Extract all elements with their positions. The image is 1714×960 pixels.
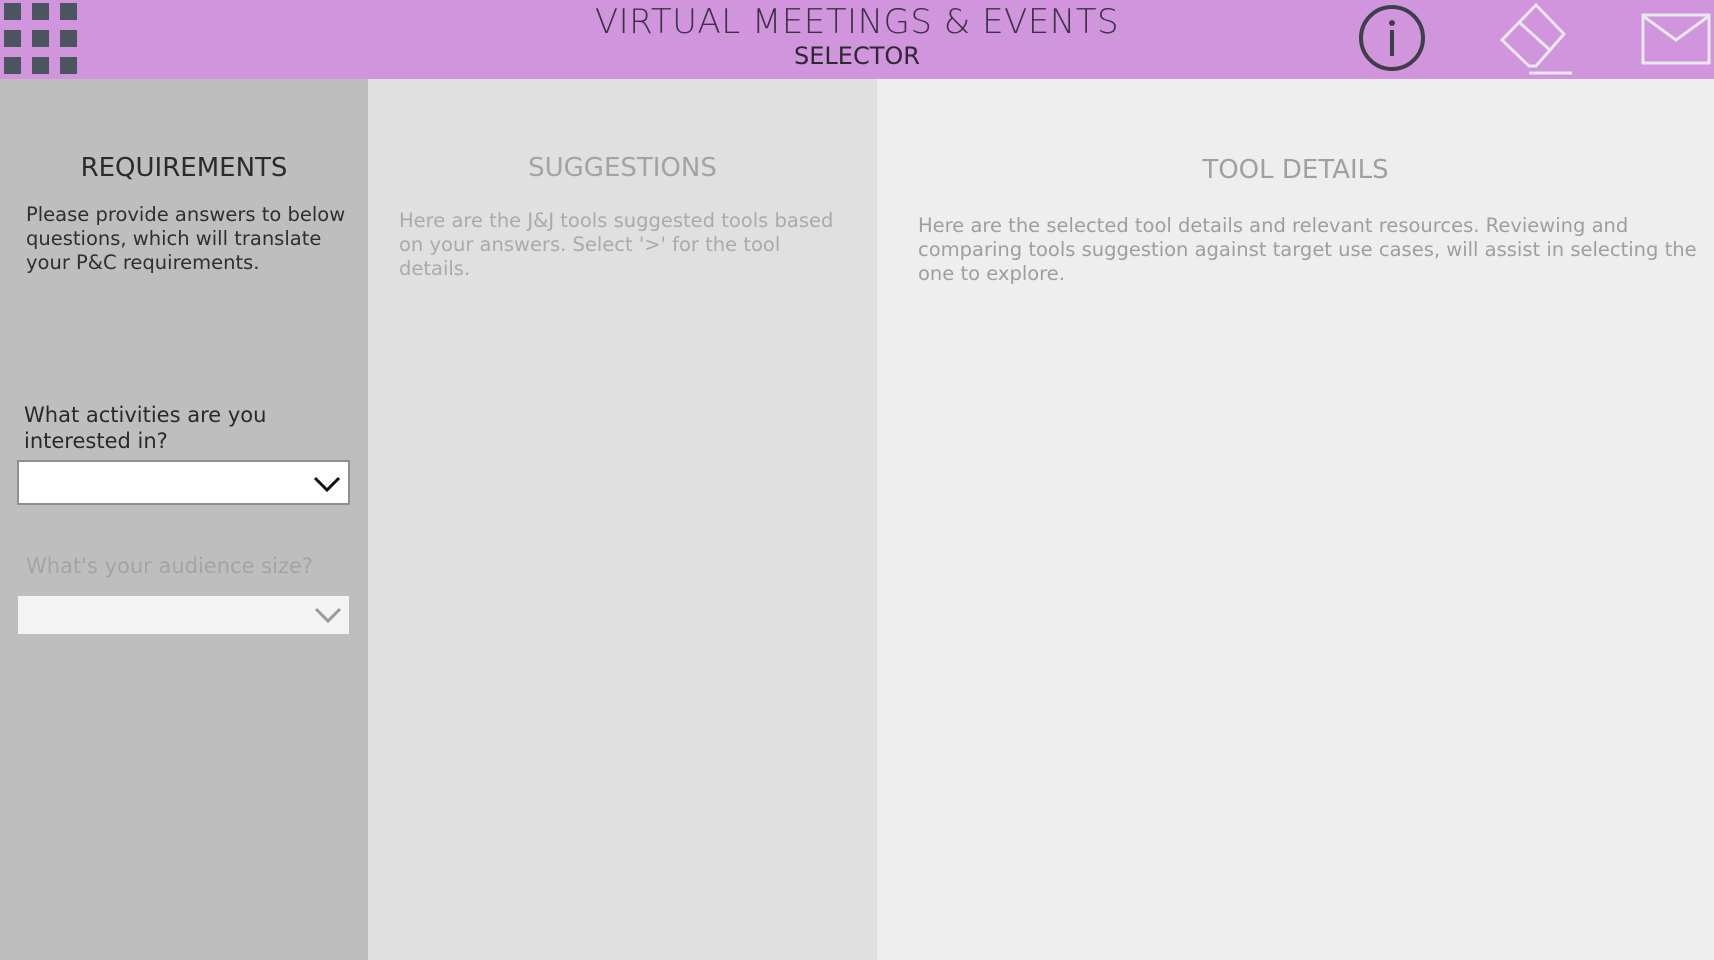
question-activities-label: What activities are you interested in? [24, 403, 267, 453]
requirements-description: Please provide answers to below question… [26, 203, 346, 274]
activities-dropdown[interactable] [17, 460, 350, 505]
info-button[interactable] [1357, 3, 1427, 73]
suggestions-title: SUGGESTIONS [528, 153, 717, 183]
suggestions-panel: SUGGESTIONS Here are the J&J tools sugge… [368, 79, 877, 960]
mail-icon [1641, 13, 1711, 65]
eraser-icon [1499, 2, 1572, 75]
app-root: VIRTUAL MEETINGS & EVENTS SELECTOR REQUI… [0, 0, 1714, 960]
requirements-panel: REQUIREMENTS Please provide answers to b… [0, 79, 368, 960]
app-title-main: VIRTUAL MEETINGS & EVENTS [594, 2, 1120, 42]
tool-details-title: TOOL DETAILS [1202, 155, 1389, 185]
info-icon [1359, 5, 1425, 71]
grid-menu-icon[interactable] [4, 3, 77, 76]
requirements-title: REQUIREMENTS [80, 153, 288, 183]
tool-details-panel: TOOL DETAILS Here are the selected tool … [877, 79, 1714, 960]
app-title-sub: SELECTOR [794, 42, 920, 70]
question-audience-size-label: What's your audience size? [26, 554, 314, 578]
mail-button[interactable] [1641, 13, 1711, 65]
clear-button[interactable] [1498, 2, 1572, 76]
chevron-down-icon [313, 476, 341, 493]
suggestions-description: Here are the J&J tools suggested tools b… [399, 209, 834, 280]
header-bar: VIRTUAL MEETINGS & EVENTS SELECTOR [0, 0, 1714, 79]
audience-size-dropdown[interactable] [18, 596, 349, 634]
app-title: VIRTUAL MEETINGS & EVENTS SELECTOR [0, 0, 1714, 70]
tool-details-description: Here are the selected tool details and r… [918, 214, 1697, 285]
chevron-down-icon [314, 607, 342, 624]
